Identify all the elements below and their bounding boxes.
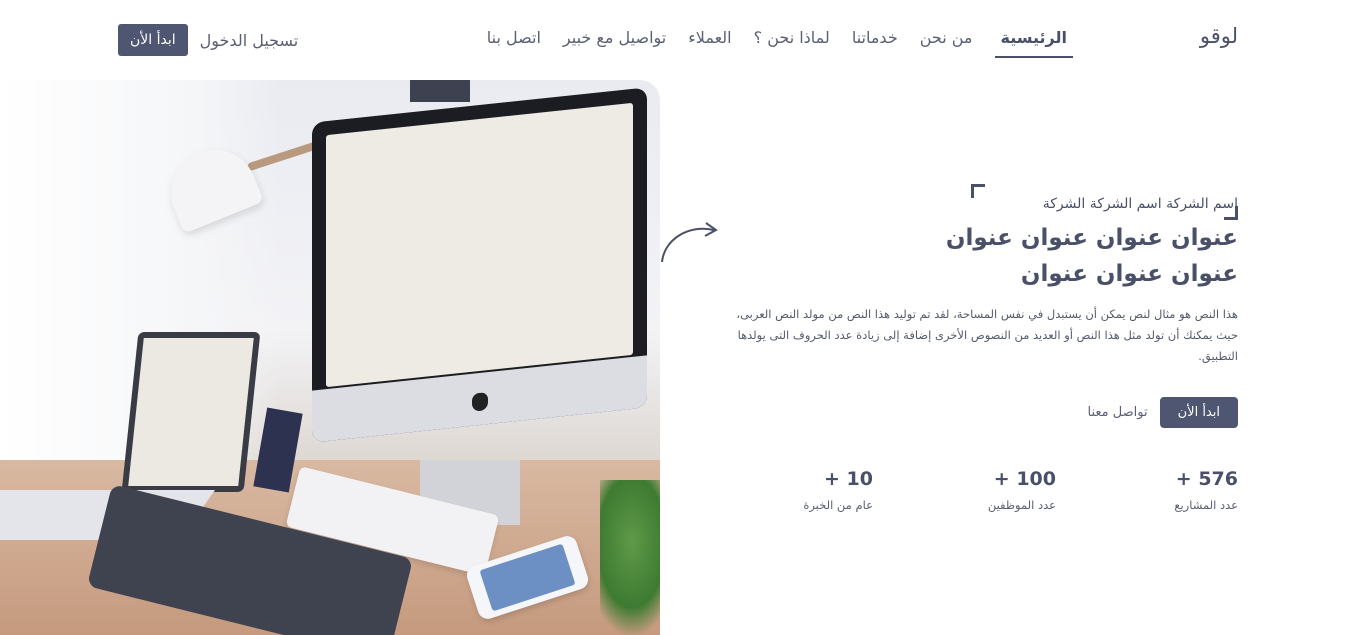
stat-experience: 10 + عام من الخبرة xyxy=(803,468,873,512)
auth-area: ابدأ الأن تسجيل الدخول xyxy=(118,24,298,56)
nav-item-why-us[interactable]: لماذا نحن ؟ xyxy=(754,28,830,58)
hero-content: اسم الشركة اسم الشركة الشركة عنوان عنوان… xyxy=(708,184,1238,428)
plant xyxy=(600,480,660,635)
logo[interactable]: لوقو xyxy=(1200,24,1238,48)
start-now-button[interactable]: ابدأ الأن xyxy=(1159,397,1238,428)
stat-label: عدد المشاريع xyxy=(1174,498,1238,512)
monitor-screen xyxy=(326,102,633,388)
wall-frame xyxy=(410,80,470,102)
hero-headline: عنوان عنوان عنوان عنوان عنوان عنوان عنوا… xyxy=(945,225,1238,287)
stat-value: 10 + xyxy=(824,468,873,490)
stat-value: 100 + xyxy=(993,468,1056,490)
stat-label: عام من الخبرة xyxy=(803,498,873,512)
stat-value: 576 + xyxy=(1175,468,1238,490)
hero-paragraph: هذا النص هو مثال لنص يمكن أن يستبدل في ن… xyxy=(736,307,1238,363)
hero-image xyxy=(0,80,660,635)
corner-bracket-icon xyxy=(971,184,985,198)
nav-item-about[interactable]: من نحن xyxy=(920,28,973,58)
nav-item-home[interactable]: الرئيسية xyxy=(994,28,1073,58)
contact-us-link[interactable]: تواصل معنا xyxy=(1088,405,1148,420)
login-link[interactable]: تسجيل الدخول xyxy=(200,31,299,50)
start-now-nav-button[interactable]: ابدأ الأن xyxy=(118,24,188,56)
corner-bracket-icon xyxy=(1224,206,1238,220)
stat-projects: 576 + عدد المشاريع xyxy=(1174,468,1238,512)
navbar: لوقو الرئيسية من نحن خدماتنا لماذا نحن ؟… xyxy=(0,0,1349,80)
stat-employees: 100 + عدد الموظفين xyxy=(988,468,1056,512)
nav-item-clients[interactable]: العملاء xyxy=(688,28,731,58)
apple-icon xyxy=(471,392,488,412)
nav-item-expert[interactable]: تواصيل مع خبير xyxy=(563,28,666,58)
main-menu: الرئيسية من نحن خدماتنا لماذا نحن ؟ العم… xyxy=(487,28,1073,58)
laptop-screen-frame xyxy=(121,332,261,492)
stat-label: عدد الموظفين xyxy=(987,498,1056,512)
cta-row: ابدأ الأن تواصل معنا xyxy=(708,397,1238,428)
nav-item-contact[interactable]: اتصل بنا xyxy=(487,28,541,58)
nav-item-services[interactable]: خدماتنا xyxy=(852,28,898,58)
laptop-screen xyxy=(128,338,254,486)
desktop-monitor xyxy=(312,87,647,443)
stats: 576 + عدد المشاريع 100 + عدد الموظفين 10… xyxy=(798,468,1238,528)
